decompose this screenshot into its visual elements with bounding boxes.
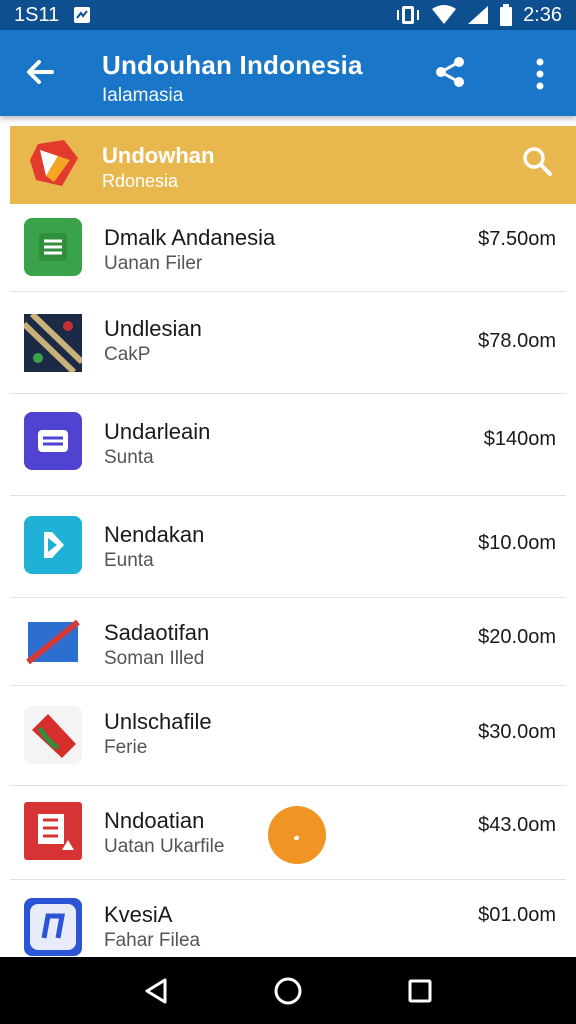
- item-subtitle: Ferie: [104, 737, 148, 758]
- item-subtitle: Sunta: [104, 447, 154, 468]
- item-subtitle: Uanan Filer: [104, 253, 203, 274]
- nav-recents-icon[interactable]: [400, 971, 440, 1011]
- item-price: $30.0om: [478, 721, 556, 743]
- item-title: Undarleain: [104, 419, 211, 444]
- list-item[interactable]: Dmalk Andanesia Uanan Filer $7.50om: [10, 204, 566, 292]
- notification-icon: [73, 6, 91, 24]
- signal-icon: [467, 5, 489, 25]
- nav-back-icon[interactable]: [136, 971, 176, 1011]
- mail-icon: [24, 614, 82, 672]
- item-title: Nndoatian: [104, 808, 205, 833]
- battery-icon: [499, 4, 513, 26]
- item-title: Undlesian: [104, 316, 202, 341]
- more-options-icon[interactable]: [528, 54, 552, 94]
- game-image-icon: [21, 311, 85, 375]
- list-item[interactable]: Unlschafile Ferie $30.0om: [10, 686, 566, 786]
- nav-home-icon[interactable]: [268, 971, 308, 1011]
- item-title: Nendakan: [104, 522, 205, 547]
- item-subtitle: CakP: [104, 344, 151, 365]
- item-price: $78.0om: [478, 330, 556, 352]
- app-logo-icon: [24, 136, 84, 194]
- list-item[interactable]: KvesiA Fahar Filea $01.0om: [10, 880, 566, 958]
- item-price: $01.0om: [478, 904, 556, 926]
- status-time-left: 1S11: [14, 3, 60, 26]
- item-price: $7.50om: [478, 228, 556, 250]
- file-label-icon: [24, 802, 82, 860]
- item-subtitle: Soman Illed: [104, 648, 205, 669]
- item-title: Dmalk Andanesia: [104, 225, 276, 250]
- list-item[interactable]: Nendakan Eunta $10.0om: [10, 496, 566, 598]
- list-item[interactable]: Undlesian CakP $78.0om: [10, 292, 566, 394]
- item-title: KvesiA: [104, 902, 173, 927]
- featured-app-card[interactable]: Undowhan Rdonesia: [10, 126, 576, 204]
- search-icon[interactable]: [520, 144, 554, 178]
- floating-action-button[interactable]: [268, 806, 326, 864]
- page-subtitle: Ialamasia: [102, 85, 184, 106]
- share-icon[interactable]: [432, 54, 468, 90]
- list-item[interactable]: Undarleain Sunta $140om: [10, 394, 566, 496]
- status-bar: 1S11 2:36: [0, 0, 576, 30]
- status-clock: 2:36: [523, 3, 562, 26]
- vibrate-icon: [395, 5, 421, 25]
- featured-app-subtitle: Rdonesia: [102, 171, 179, 191]
- item-subtitle: Uatan Ukarfile: [104, 836, 225, 857]
- music-note-icon: [24, 898, 82, 956]
- system-nav-bar: [0, 957, 576, 1024]
- item-price: $20.0om: [478, 626, 556, 648]
- item-title: Sadaotifan: [104, 620, 210, 645]
- list-item[interactable]: Sadaotifan Soman Illed $20.0om: [10, 598, 566, 686]
- back-arrow-icon[interactable]: [22, 54, 58, 90]
- item-title: Unlschafile: [104, 709, 212, 734]
- app-bar: Undouhan Indonesia Ialamasia: [0, 30, 576, 116]
- item-subtitle: Eunta: [104, 550, 154, 571]
- document-icon: [24, 218, 82, 276]
- video-play-icon: [24, 516, 82, 574]
- card-icon: [24, 412, 82, 470]
- item-price: $43.0om: [478, 814, 556, 836]
- item-subtitle: Fahar Filea: [104, 930, 201, 951]
- featured-app-name: Undowhan: [102, 143, 215, 168]
- item-price: $10.0om: [478, 532, 556, 554]
- wifi-icon: [431, 5, 457, 25]
- page-title: Undouhan Indonesia: [102, 50, 363, 80]
- item-price: $140om: [483, 428, 556, 450]
- phone-icon: [24, 706, 82, 764]
